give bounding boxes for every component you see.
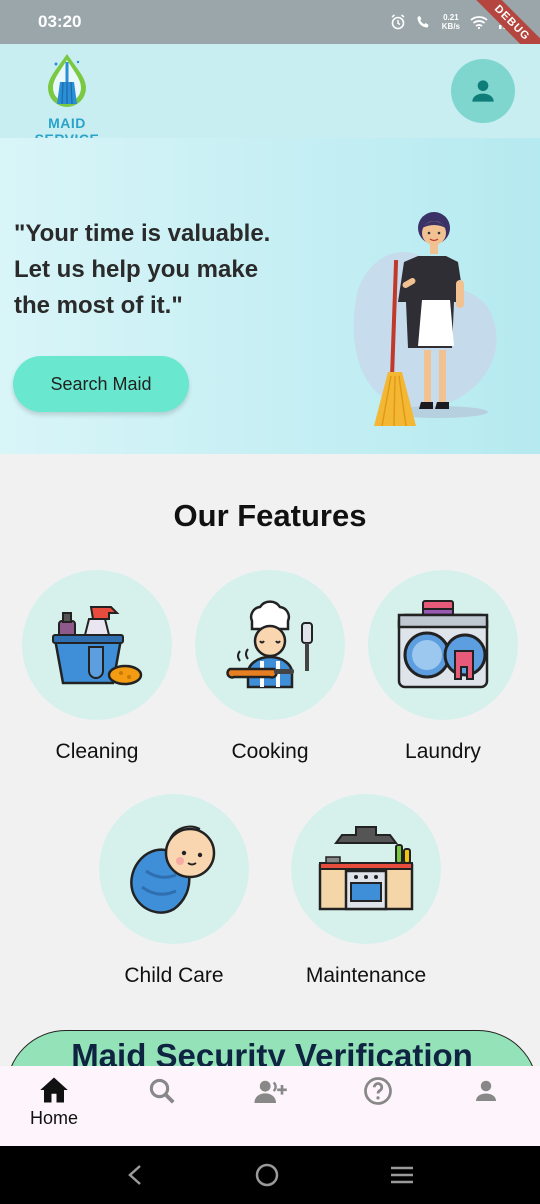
search-icon [149,1078,175,1104]
feature-cleaning[interactable]: Cleaning [9,570,185,764]
feature-label: Maintenance [305,964,427,987]
chef-icon [226,600,313,689]
nav-help[interactable] [324,1066,432,1146]
feature-maintenance[interactable]: Maintenance [278,794,454,988]
net-speed-value: 0.21 [443,13,459,22]
feature-circle [291,794,441,944]
nav-home[interactable]: Home [0,1066,108,1146]
baby-icon [130,825,216,914]
home-icon [40,1077,68,1103]
call-icon [417,16,429,28]
system-navigation-bar [0,1146,540,1204]
features-title: Our Features [173,498,367,533]
feature-circle [99,794,249,944]
logo-icon [48,54,86,107]
feature-laundry[interactable]: Laundry [355,570,531,764]
search-maid-button[interactable]: Search Maid [13,356,189,412]
alarm-icon [391,14,405,30]
quote-line-2: Let us help you make [14,256,259,283]
bottom-navigation: Home [0,1066,540,1146]
feature-cooking[interactable]: Cooking [182,570,358,764]
feature-label: Cooking [231,740,309,763]
nav-home-label: Home [29,1108,78,1128]
net-speed-unit: KB/s [441,22,460,31]
status-bar: 03:20 0.21 KB/s DEBUG [0,0,540,44]
nav-profile[interactable] [432,1066,540,1146]
feature-circle [368,570,518,720]
help-icon [364,1077,392,1105]
add-user-icon [254,1080,287,1103]
feature-label: Laundry [405,740,481,763]
cleaning-supplies-icon [52,606,143,686]
hero-quote: "Your time is valuable. Let us help you … [14,216,304,324]
profile-button[interactable] [451,59,515,123]
back-icon[interactable] [125,1163,145,1187]
feature-label: Child Care [124,964,224,987]
maid-illustration [353,212,497,427]
kitchen-stove-icon [318,826,414,911]
net-speed: 0.21 KB/s [442,13,460,31]
quote-line-1: "Your time is valuable. [14,220,271,247]
person-icon [472,80,494,102]
nav-search[interactable] [108,1066,216,1146]
hero-banner: "Your time is valuable. Let us help you … [0,138,540,454]
person-icon [476,1080,496,1101]
app-logo[interactable]: MAID SERVICE [22,50,112,147]
home-circle-icon[interactable] [254,1162,280,1188]
nav-add-user[interactable] [216,1066,324,1146]
wifi-icon [470,16,488,29]
app-header: MAID SERVICE [0,44,540,147]
status-time: 03:20 [38,12,82,31]
quote-line-3: the most of it." [14,292,183,319]
feature-label: Cleaning [55,740,139,763]
recents-icon[interactable] [389,1164,415,1186]
feature-child-care[interactable]: Child Care [86,794,262,988]
feature-circle [195,570,345,720]
feature-circle [22,570,172,720]
washing-machine-icon [397,600,489,689]
